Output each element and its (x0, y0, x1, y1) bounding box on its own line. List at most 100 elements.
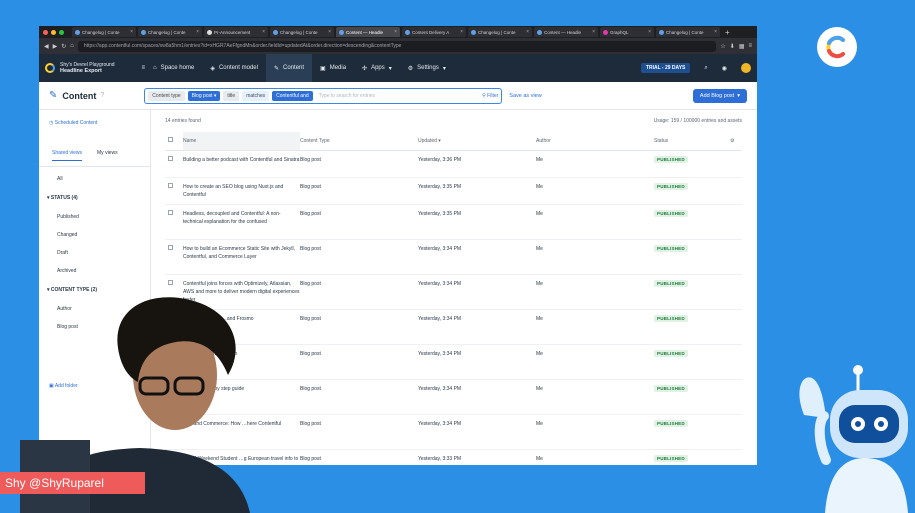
table-row[interactable]: Headless, decoupled and Contentful: A no… (165, 204, 742, 240)
close-tab-icon[interactable]: × (328, 29, 331, 35)
table-row[interactable]: …views …with Jong vonBlog postYesterday,… (165, 344, 742, 380)
table-row[interactable]: …Nuxt and …by step guideBlog postYesterd… (165, 379, 742, 415)
entry-name[interactable]: Building a better podcast with Contentfu… (183, 150, 300, 178)
add-entry-button[interactable]: Add Blog post ▾ (692, 88, 747, 103)
contentful-logo (817, 27, 857, 67)
column-status[interactable]: Status (654, 132, 730, 151)
trial-badge[interactable]: TRIAL - 29 DAYS (640, 63, 691, 73)
bookmark-star-icon[interactable]: ☆ (720, 43, 725, 50)
browser-tab[interactable]: Changelog | Conte × (138, 27, 202, 37)
table-row[interactable]: …nt and Commerce: How …here Contentful Bl… (165, 414, 742, 450)
content-type-select[interactable]: Blog post ▾ (187, 90, 221, 101)
nav-content-model[interactable]: ◈ Content model (202, 54, 266, 82)
search-input[interactable]: Type to search for entries (319, 93, 479, 99)
nav-settings[interactable]: ⚙ Settings ▾ (400, 54, 454, 82)
tab-my-views[interactable]: My views (97, 150, 118, 161)
row-checkbox[interactable] (168, 182, 173, 188)
browser-tab[interactable]: Changelog | Conte × (270, 27, 334, 37)
browser-tab[interactable]: Changelog | Conte × (468, 27, 532, 37)
close-tab-icon[interactable]: × (592, 29, 595, 35)
browser-tab[interactable]: Content — Headle × (534, 27, 598, 37)
downloads-icon[interactable]: ⬇ (730, 43, 735, 50)
browser-tab[interactable]: Pr-Announcement × (204, 27, 268, 37)
search-icon[interactable]: ⌕ (704, 65, 707, 72)
column-settings[interactable]: ⚙ (730, 132, 742, 151)
table-row[interactable]: Contentful joins forces with Optimizely,… (165, 274, 742, 310)
column-updated[interactable]: Updated ▾ (418, 132, 536, 151)
table-row[interactable]: Building a better podcast with Contentfu… (165, 150, 742, 178)
new-tab-icon[interactable]: + (725, 28, 730, 37)
close-tab-icon[interactable]: × (526, 29, 529, 35)
maximize-window-button[interactable] (59, 29, 64, 35)
select-all-checkbox[interactable] (168, 137, 173, 143)
status-heading[interactable]: ▾ STATUS (4) (39, 188, 150, 208)
view-all[interactable]: All (39, 167, 150, 188)
reload-icon[interactable]: ↻ (61, 43, 66, 50)
entry-status-cell: PUBLISHED (654, 344, 730, 380)
tab-strip: Changelog | Conte × Changelog | Conte × Pr… (39, 26, 757, 38)
entry-name[interactable]: How to build an Ecommerce Static Site wi… (183, 239, 300, 275)
view-draft[interactable]: Draft (39, 244, 150, 262)
address-bar[interactable]: https://app.contentful.com/spaces/xw8a5h… (77, 40, 717, 52)
entry-name[interactable]: How to create an SEO blog using Nuxt.js … (183, 177, 300, 205)
browser-tab[interactable]: Changelog | Conte × (656, 27, 720, 37)
nav-apps[interactable]: ✣ Apps ▾ (354, 54, 400, 82)
table-row[interactable]: …for the modern …and FrosmoBlog postYest… (165, 309, 742, 345)
operator-select[interactable]: matches (242, 90, 270, 101)
help-icon[interactable]: ◉ (722, 65, 727, 72)
scheduled-content-link[interactable]: ◷ Scheduled Content (39, 110, 150, 136)
nav-media[interactable]: ▣ Media (312, 54, 354, 82)
close-tab-icon[interactable]: × (648, 29, 651, 35)
close-tab-icon[interactable]: × (394, 29, 397, 35)
table-row[interactable]: …and Weekend Student …g European travel … (165, 449, 742, 465)
table-row[interactable]: How to create an SEO blog using Nuxt.js … (165, 177, 742, 205)
status-badge: PUBLISHED (654, 419, 688, 427)
search-bar[interactable]: Content type Blog post ▾ title matches C… (144, 87, 503, 104)
column-name[interactable]: Name (183, 132, 300, 151)
entry-author: Me (536, 414, 654, 450)
table-row[interactable]: How to build an Ecommerce Static Site wi… (165, 239, 742, 275)
close-window-button[interactable] (43, 29, 48, 35)
help-circle-icon[interactable]: ? (100, 92, 104, 99)
query-value[interactable]: Contentful and (272, 90, 313, 101)
row-checkbox[interactable] (168, 155, 173, 161)
github-icon (207, 29, 212, 35)
save-as-view-link[interactable]: Save as view (509, 93, 541, 99)
tab-shared-views[interactable]: Shared views (52, 150, 83, 161)
back-icon[interactable]: ◀ (44, 43, 49, 50)
close-tab-icon[interactable]: × (196, 29, 199, 35)
home-icon[interactable]: ⌂ (70, 43, 74, 49)
close-tab-icon[interactable]: × (714, 29, 717, 35)
close-tab-icon[interactable]: × (460, 29, 463, 35)
browser-tab[interactable]: Changelog | Conte × (72, 27, 136, 37)
entry-name[interactable]: Headless, decoupled and Contentful: A no… (183, 204, 300, 240)
entry-updated: Yesterday, 3:34 PM (418, 239, 536, 275)
view-archived[interactable]: Archived (39, 262, 150, 280)
avatar[interactable] (741, 63, 751, 73)
nav-space-home[interactable]: ⌂ Space home (145, 54, 202, 82)
cube-icon: ◈ (210, 65, 215, 72)
browser-tab-active[interactable]: Content — Headle × (336, 27, 400, 37)
forward-icon[interactable]: ▶ (53, 43, 58, 50)
presenter-name-card: Shy @ShyRuparel (0, 472, 145, 494)
entry-author: Me (536, 239, 654, 275)
row-checkbox[interactable] (168, 279, 173, 285)
menu-icon[interactable]: ≡ (748, 43, 752, 49)
close-tab-icon[interactable]: × (262, 29, 265, 35)
column-content-type[interactable]: Content Type (300, 132, 418, 151)
minimize-window-button[interactable] (51, 29, 56, 35)
image-icon: ▣ (320, 65, 326, 72)
browser-tab[interactable]: Content Delivery A × (402, 27, 466, 37)
row-checkbox[interactable] (168, 209, 173, 215)
view-changed[interactable]: Changed (39, 226, 150, 244)
row-checkbox[interactable] (168, 244, 173, 250)
column-author[interactable]: Author (536, 132, 654, 151)
space-switcher[interactable]: Shy's Devrel Playground Headline Export … (45, 62, 145, 74)
filter-button[interactable]: ⚲ Filter (482, 93, 498, 99)
nav-content[interactable]: ✎ Content (265, 54, 313, 82)
view-published[interactable]: Published (39, 208, 150, 226)
extensions-icon[interactable]: ▦ (739, 43, 745, 50)
close-tab-icon[interactable]: × (130, 29, 133, 35)
browser-tab[interactable]: GraphQL × (600, 27, 654, 37)
chevron-down-icon: ▾ (388, 65, 392, 72)
